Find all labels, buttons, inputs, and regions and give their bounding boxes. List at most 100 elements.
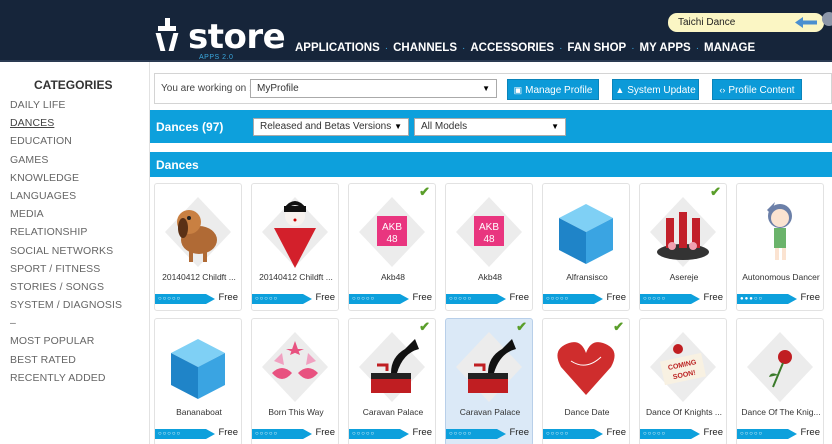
- app-name: 20140412 Childft ...: [162, 272, 236, 282]
- app-name: Caravan Palace: [459, 407, 521, 417]
- app-card[interactable]: 20140412 Childft ... ○○○○○ Free: [154, 183, 242, 311]
- app-price: Free: [606, 292, 626, 303]
- category-most-popular[interactable]: MOST POPULAR: [10, 332, 122, 350]
- section-title: Dances: [156, 158, 199, 172]
- app-card[interactable]: Bananaboat ○○○○○ Free: [154, 318, 242, 444]
- category-daily-life[interactable]: DAILY LIFE: [10, 96, 122, 114]
- app-name: Alfransisco: [566, 272, 608, 282]
- dropdown-arrow-icon: ▼: [551, 122, 559, 131]
- category-recently-added[interactable]: RECENTLY ADDED: [10, 369, 122, 387]
- nav-my-apps[interactable]: MY APPS: [640, 42, 691, 54]
- app-card[interactable]: AKB 48 Akb48 ○○○○○ Free: [445, 183, 533, 311]
- working-on-label: You are working on :: [161, 83, 252, 94]
- category-education[interactable]: EDUCATION: [10, 132, 122, 150]
- profile-select[interactable]: MyProfile ▼: [250, 79, 497, 98]
- filter-bar: Dances (97) Released and Betas Versions …: [150, 110, 832, 143]
- app-card[interactable]: 20140412 Childft ... ○○○○○ Free: [251, 183, 339, 311]
- category-social-networks[interactable]: SOCIAL NETWORKS: [10, 242, 122, 260]
- installed-check-icon: ✔: [516, 319, 527, 334]
- app-price: Free: [412, 427, 432, 438]
- app-rating: ○○○○○: [349, 429, 409, 439]
- code-icon: ‹›: [719, 85, 726, 95]
- app-price: Free: [606, 427, 626, 438]
- installed-check-icon: ✔: [710, 184, 721, 199]
- nav-applications[interactable]: APPLICATIONS: [295, 42, 380, 54]
- app-price: Free: [509, 427, 529, 438]
- app-card[interactable]: Autonomous Dancer ●●●○○ Free: [736, 183, 824, 311]
- app-price: Free: [800, 292, 820, 303]
- app-rating: ○○○○○: [446, 294, 506, 304]
- user-name: Taichi Dance: [678, 17, 736, 28]
- anime-girl-icon: [767, 202, 792, 260]
- app-card[interactable]: AKB 48 ✔ Akb48 ○○○○○ Free: [348, 183, 436, 311]
- app-card[interactable]: ✔ Caravan Palace ○○○○○ Free: [445, 318, 533, 444]
- nav-fan-shop[interactable]: FAN SHOP: [567, 42, 626, 54]
- coming-soon-icon: COMINGSOON!: [650, 332, 716, 402]
- app-rating: ○○○○○: [155, 294, 215, 304]
- category-languages[interactable]: LANGUAGES: [10, 187, 122, 205]
- gramophone-icon: [456, 332, 522, 402]
- store-logo[interactable]: store: [154, 17, 286, 57]
- category-relationship[interactable]: RELATIONSHIP: [10, 223, 122, 241]
- app-name: Akb48: [477, 272, 503, 282]
- installed-check-icon: ✔: [419, 184, 430, 199]
- nav-channels[interactable]: CHANNELS: [393, 42, 457, 54]
- app-name: Born This Way: [268, 407, 324, 417]
- app-name: Dance Date: [564, 407, 610, 417]
- category-count-title: Dances (97): [156, 120, 224, 134]
- app-rating: ○○○○○: [155, 429, 215, 439]
- logo-text: store: [188, 17, 286, 57]
- app-rating: ○○○○○: [543, 429, 603, 439]
- system-update-button[interactable]: ▲ System Update: [612, 79, 699, 100]
- category-sport-fitness[interactable]: SPORT / FITNESS: [10, 260, 122, 278]
- dropdown-arrow-icon: ▼: [394, 122, 402, 131]
- glasses-icon: [262, 332, 328, 402]
- svg-text:48: 48: [483, 234, 495, 245]
- profile-content-button[interactable]: ‹› Profile Content: [712, 79, 802, 100]
- app-card[interactable]: Dance Of The Knig... ○○○○○ Free: [736, 318, 824, 444]
- app-card[interactable]: ✔ Caravan Palace ○○○○○ Free: [348, 318, 436, 444]
- manage-profile-button[interactable]: ▣ Manage Profile: [507, 79, 599, 100]
- user-menu[interactable]: Taichi Dance: [668, 13, 824, 32]
- svg-text:AKB: AKB: [479, 222, 499, 233]
- app-name: Bananaboat: [176, 407, 222, 417]
- settings-gear-icon[interactable]: [822, 12, 832, 26]
- category-stories-songs[interactable]: STORIES / SONGS: [10, 278, 122, 296]
- category-media[interactable]: MEDIA: [10, 205, 122, 223]
- category-best-rated[interactable]: BEST RATED: [10, 351, 122, 369]
- profile-toolbar: You are working on : MyProfile ▼ ▣ Manage…: [154, 73, 832, 104]
- model-filter-select[interactable]: All Models ▼: [414, 118, 566, 136]
- app-rating: ○○○○○: [252, 294, 312, 304]
- nav-manage[interactable]: MANAGE: [704, 42, 755, 54]
- app-name: Autonomous Dancer: [742, 272, 820, 282]
- app-card[interactable]: ✔ Dance Date ○○○○○ Free: [542, 318, 630, 444]
- arrow-left-icon: [795, 17, 817, 28]
- app-name: Caravan Palace: [362, 407, 424, 417]
- app-price: Free: [703, 292, 723, 303]
- version-filter-select[interactable]: Released and Betas Versions ▼: [253, 118, 409, 136]
- section-bar: Dances: [150, 152, 832, 177]
- category-system-diagnosis[interactable]: SYSTEM / DIAGNOSIS: [10, 296, 122, 314]
- app-rating: ○○○○○: [349, 294, 409, 304]
- profile-select-value: MyProfile: [257, 83, 299, 94]
- app-price: Free: [509, 292, 529, 303]
- category-knowledge[interactable]: KNOWLEDGE: [10, 169, 122, 187]
- category-dances[interactable]: DANCES: [10, 114, 122, 132]
- nav-accessories[interactable]: ACCESSORIES: [470, 42, 554, 54]
- app-card[interactable]: ✔ Asereje ○○○○○ Free: [639, 183, 727, 311]
- app-card[interactable]: Alfransisco ○○○○○ Free: [542, 183, 630, 311]
- gramophone-icon: [359, 332, 425, 402]
- app-card[interactable]: COMING SOON! Dance Of Knights ... ○○○○○ Free: [639, 318, 727, 444]
- heart-icon: [557, 342, 615, 395]
- installed-check-icon: ✔: [613, 319, 624, 334]
- cube-icon: [171, 339, 225, 399]
- category-games[interactable]: GAMES: [10, 151, 122, 169]
- akb48-icon: AKB48: [456, 197, 522, 267]
- app-price: Free: [218, 427, 238, 438]
- app-card[interactable]: Born This Way ○○○○○ Free: [251, 318, 339, 444]
- category-sidebar: CATEGORIES DAILY LIFE DANCES EDUCATION G…: [0, 62, 150, 444]
- geisha-icon: [262, 197, 328, 268]
- app-rating: ○○○○○: [446, 429, 506, 439]
- app-name: Asereje: [669, 272, 699, 282]
- dog-icon: [165, 197, 231, 267]
